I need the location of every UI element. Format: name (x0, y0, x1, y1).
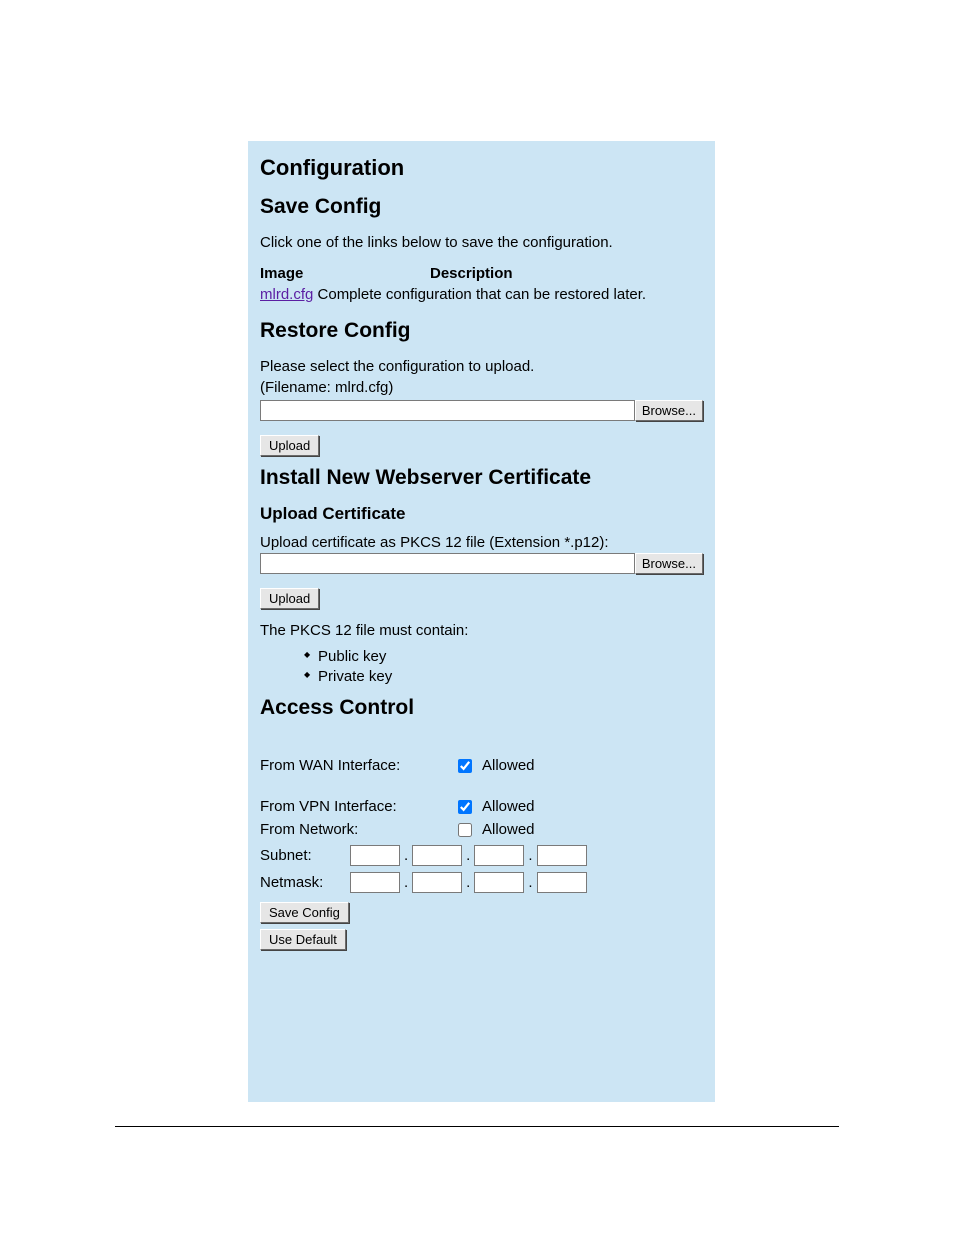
col-header-description: Description (430, 263, 652, 284)
network-allowed-checkbox[interactable] (458, 823, 472, 837)
vpn-interface-label: From VPN Interface: (260, 795, 458, 818)
access-control-heading: Access Control (260, 696, 703, 720)
network-label: From Network: (260, 818, 458, 841)
netmask-octet-3[interactable] (474, 872, 524, 893)
vpn-allowed-text: Allowed (482, 795, 591, 818)
save-config-button[interactable]: Save Config (260, 902, 349, 923)
list-item-private-key: Private key (304, 667, 703, 687)
subnet-label: Subnet: (260, 847, 350, 864)
network-allowed-text: Allowed (482, 818, 591, 841)
save-config-heading: Save Config (260, 195, 703, 219)
subnet-octet-1[interactable] (350, 845, 400, 866)
restore-upload-button[interactable]: Upload (260, 435, 319, 456)
cert-browse-button[interactable]: Browse... (635, 553, 703, 574)
config-files-table: Image Description mlrd.cfg Complete conf… (260, 263, 652, 305)
wan-interface-label: From WAN Interface: (260, 754, 458, 777)
upload-cert-heading: Upload Certificate (260, 504, 703, 524)
config-file-description: Complete configuration that can be resto… (318, 286, 647, 303)
restore-instruction-line1: Please select the configuration to uploa… (260, 358, 534, 375)
subnet-octet-2[interactable] (412, 845, 462, 866)
cert-upload-prompt: Upload certificate as PKCS 12 file (Exte… (260, 534, 703, 551)
netmask-label: Netmask: (260, 874, 350, 891)
pkcs-must-contain: The PKCS 12 file must contain: (260, 621, 703, 641)
subnet-octet-4[interactable] (537, 845, 587, 866)
page-title: Configuration (260, 155, 703, 181)
netmask-octet-2[interactable] (412, 872, 462, 893)
vpn-allowed-checkbox[interactable] (458, 800, 472, 814)
cert-upload-button[interactable]: Upload (260, 588, 319, 609)
netmask-octet-1[interactable] (350, 872, 400, 893)
use-default-button[interactable]: Use Default (260, 929, 346, 950)
restore-file-input[interactable] (260, 400, 635, 421)
col-header-image: Image (260, 263, 430, 284)
wan-allowed-checkbox[interactable] (458, 759, 472, 773)
cert-file-input[interactable] (260, 553, 635, 574)
save-config-intro: Click one of the links below to save the… (260, 233, 703, 253)
access-control-table: From WAN Interface: Allowed From VPN Int… (260, 754, 591, 959)
install-cert-heading: Install New Webserver Certificate (260, 466, 703, 490)
netmask-octet-4[interactable] (537, 872, 587, 893)
list-item-public-key: Public key (304, 647, 703, 667)
restore-config-heading: Restore Config (260, 319, 703, 343)
restore-browse-button[interactable]: Browse... (635, 400, 703, 421)
wan-allowed-text: Allowed (482, 754, 591, 777)
footer-divider (115, 1126, 839, 1127)
config-panel: Configuration Save Config Click one of t… (248, 141, 715, 1102)
config-file-link[interactable]: mlrd.cfg (260, 286, 313, 303)
table-row: mlrd.cfg Complete configuration that can… (260, 284, 652, 305)
subnet-octet-3[interactable] (474, 845, 524, 866)
restore-instruction-line2: (Filename: mlrd.cfg) (260, 379, 393, 396)
